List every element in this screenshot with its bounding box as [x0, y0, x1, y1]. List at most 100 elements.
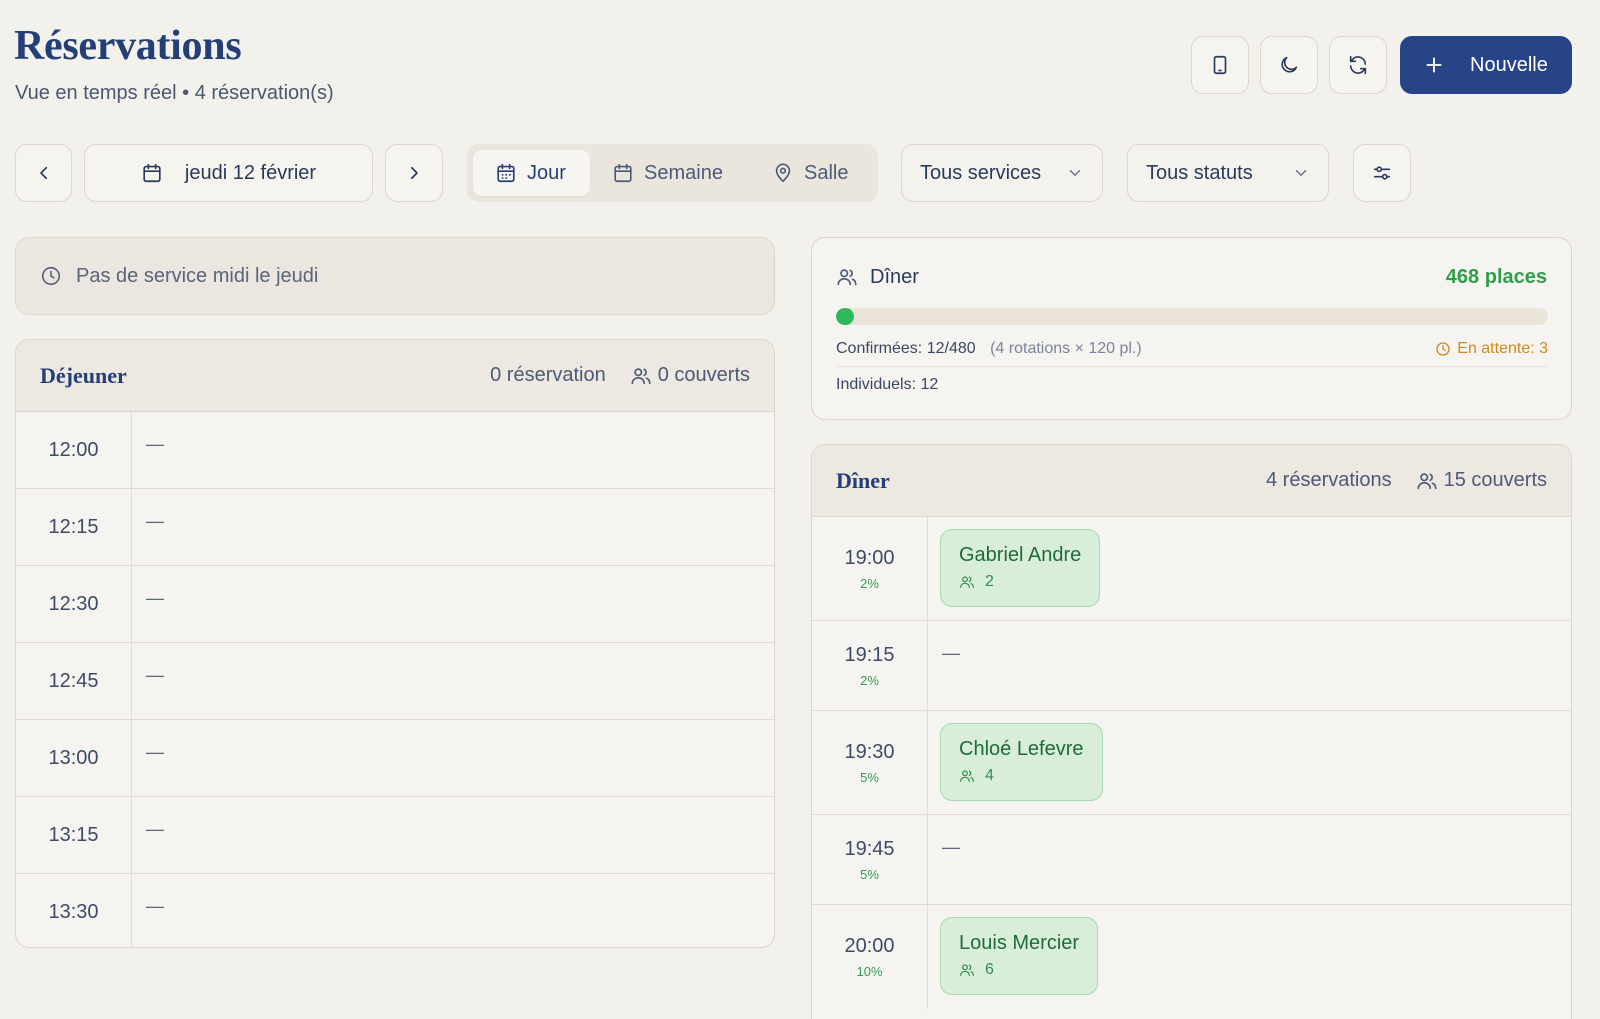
- slot-content[interactable]: —: [132, 874, 774, 947]
- tab-semaine[interactable]: Semaine: [612, 150, 723, 196]
- time-slot-row[interactable]: 12:30 —: [16, 566, 774, 643]
- slot-occupancy: 2%: [860, 672, 879, 688]
- time-slot-row[interactable]: 19:15 2% —: [812, 621, 1571, 711]
- time-cell: 19:45 5%: [812, 815, 928, 904]
- time-slot-row[interactable]: 13:30 —: [16, 874, 774, 947]
- capacity-confirmed: Confirmées: 12/480: [836, 340, 976, 357]
- users-icon: [1417, 472, 1437, 489]
- users-icon: [837, 269, 857, 286]
- time-cell: 12:45: [16, 643, 132, 719]
- prev-day-button[interactable]: [15, 144, 72, 202]
- reservation-card[interactable]: Chloé Lefevre 4: [940, 723, 1103, 801]
- time-cell: 19:00 2%: [812, 517, 928, 620]
- time-cell: 13:00: [16, 720, 132, 796]
- empty-slot-dash: —: [146, 434, 164, 454]
- users-icon: [959, 962, 975, 978]
- slot-content[interactable]: —: [132, 643, 774, 719]
- page-title: Réservations: [14, 23, 242, 69]
- slot-content[interactable]: —: [132, 720, 774, 796]
- users-icon: [631, 367, 651, 384]
- refresh-icon: [1349, 55, 1367, 75]
- slot-time: 20:00: [844, 935, 895, 957]
- chevron-down-icon: [1069, 170, 1081, 176]
- reservation-covers: 6: [985, 961, 994, 978]
- time-slot-row[interactable]: 19:30 5% Chloé Lefevre 4: [812, 711, 1571, 815]
- reservation-covers: 2: [985, 573, 994, 590]
- reservation-card[interactable]: Louis Mercier 6: [940, 917, 1099, 995]
- time-slot-row[interactable]: 12:00 —: [16, 412, 774, 489]
- capacity-progress-bar: [836, 308, 1548, 325]
- slot-content[interactable]: Chloé Lefevre 4: [928, 711, 1571, 814]
- capacity-waiting: En attente: 3: [1457, 340, 1548, 357]
- time-slot-row[interactable]: 12:45 —: [16, 643, 774, 720]
- slot-occupancy: 10%: [856, 964, 883, 979]
- chevron-right-icon: [410, 166, 418, 180]
- chevron-left-icon: [39, 166, 47, 180]
- time-slot-row[interactable]: 20:00 10% Louis Mercier 6: [812, 905, 1571, 1009]
- next-day-button[interactable]: [385, 144, 443, 202]
- reservation-name: Gabriel Andre: [959, 544, 1082, 566]
- reservation-name: Louis Mercier: [959, 932, 1080, 954]
- capacity-individuals: Individuels: 12: [836, 376, 939, 393]
- reservation-name: Chloé Lefevre: [959, 738, 1084, 760]
- reservation-card[interactable]: Gabriel Andre 2: [940, 529, 1101, 607]
- refresh-button[interactable]: [1329, 36, 1387, 94]
- tablet-view-button[interactable]: [1191, 36, 1249, 94]
- plus-icon: [1426, 57, 1442, 73]
- slot-content[interactable]: —: [928, 815, 1571, 904]
- time-slot-row[interactable]: 13:00 —: [16, 720, 774, 797]
- time-cell: 13:30: [16, 874, 132, 947]
- dinner-slot-list: 19:00 2% Gabriel Andre 2 19:15 2% — 19:30 5% Chlo…: [812, 517, 1571, 1009]
- new-reservation-button[interactable]: Nouvelle: [1400, 36, 1572, 94]
- time-cell: 12:30: [16, 566, 132, 642]
- lunch-title: Déjeuner: [40, 362, 127, 388]
- slot-occupancy: 5%: [860, 866, 879, 882]
- date-picker-button[interactable]: jeudi 12 février: [84, 144, 373, 202]
- calendar-icon: [143, 163, 161, 183]
- reservation-covers: 4: [985, 767, 994, 784]
- dark-mode-button[interactable]: [1260, 36, 1318, 94]
- slot-time: 13:15: [48, 823, 99, 846]
- calendar-days-icon: [497, 163, 515, 183]
- empty-slot-dash: —: [146, 896, 164, 916]
- slot-content[interactable]: —: [132, 566, 774, 642]
- slot-content[interactable]: —: [132, 412, 774, 488]
- slot-content[interactable]: Louis Mercier 6: [928, 905, 1571, 1009]
- lunch-panel: Déjeuner 0 réservation 0 couverts 12:00 —…: [15, 339, 775, 948]
- time-cell: 12:15: [16, 489, 132, 565]
- no-lunch-notice: Pas de service midi le jeudi: [15, 237, 775, 315]
- status-filter-select[interactable]: Tous statuts: [1127, 144, 1329, 202]
- slot-content[interactable]: Gabriel Andre 2: [928, 517, 1571, 620]
- service-filter-value: Tous services: [920, 161, 1042, 184]
- slot-time: 19:30: [844, 740, 895, 763]
- slot-content[interactable]: —: [132, 797, 774, 873]
- time-cell: 19:30 5%: [812, 711, 928, 814]
- time-cell: 13:15: [16, 797, 132, 873]
- dinner-panel: Dîner 4 réservations 15 couverts 19:00 2%…: [811, 444, 1572, 1019]
- time-slot-row[interactable]: 19:00 2% Gabriel Andre 2: [812, 517, 1571, 621]
- tab-salle[interactable]: Salle: [772, 150, 848, 196]
- tab-jour[interactable]: Jour: [473, 150, 590, 196]
- time-slot-row[interactable]: 12:15 —: [16, 489, 774, 566]
- slot-occupancy: 2%: [860, 575, 879, 591]
- sliders-icon: [1373, 166, 1391, 180]
- time-slot-row[interactable]: 19:45 5% —: [812, 815, 1571, 905]
- slot-time: 19:15: [844, 643, 895, 666]
- slot-content[interactable]: —: [928, 621, 1571, 710]
- filters-button[interactable]: [1353, 144, 1411, 202]
- view-switcher: Jour Semaine Salle: [467, 144, 878, 202]
- time-cell: 19:15 2%: [812, 621, 928, 710]
- empty-slot-dash: —: [146, 665, 164, 685]
- dinner-capacity-card: Dîner 468 places Confirmées: 12/480 (4 r…: [811, 237, 1572, 420]
- slot-time: 19:00: [844, 546, 895, 569]
- slot-time: 12:45: [48, 669, 99, 692]
- slot-content[interactable]: —: [132, 489, 774, 565]
- date-label: jeudi 12 février: [184, 161, 317, 184]
- slot-time: 12:15: [48, 515, 99, 538]
- dinner-panel-header: Dîner 4 réservations 15 couverts: [812, 445, 1571, 517]
- tab-jour-label: Jour: [527, 161, 566, 184]
- time-slot-row[interactable]: 13:15 —: [16, 797, 774, 874]
- service-filter-select[interactable]: Tous services: [901, 144, 1103, 202]
- slot-time: 12:00: [48, 438, 99, 461]
- slot-occupancy: 5%: [860, 769, 879, 785]
